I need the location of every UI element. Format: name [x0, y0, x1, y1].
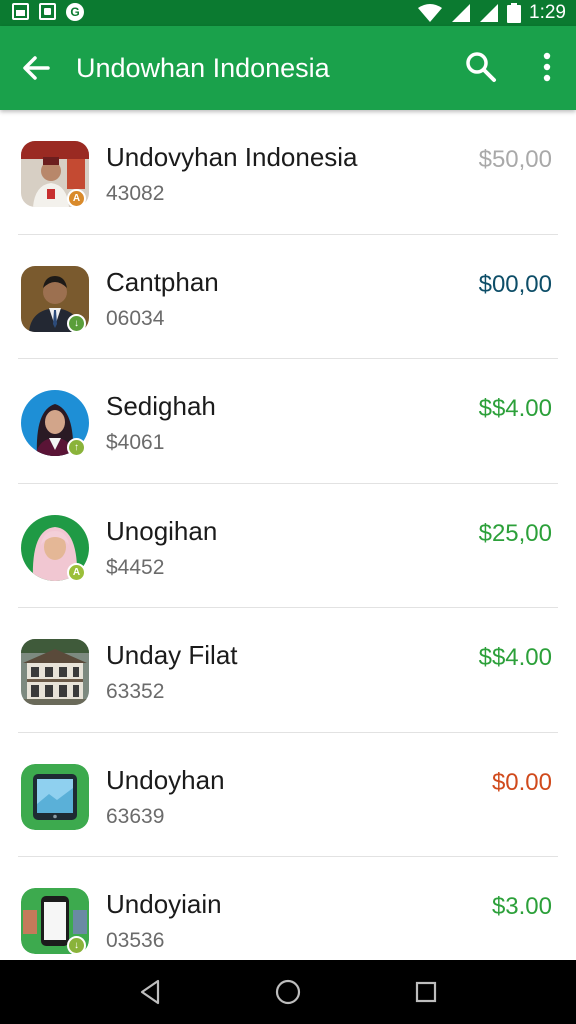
status-badge: A: [67, 189, 86, 208]
nav-home-icon[interactable]: [272, 976, 304, 1008]
tablet-icon: [21, 763, 89, 830]
item-amount: $$4.00: [478, 644, 552, 671]
nav-back-icon[interactable]: [134, 976, 166, 1008]
item-title: Undovyhan Indonesia: [106, 142, 358, 172]
item-amount: $25,00: [478, 519, 552, 547]
battery-icon: [507, 3, 522, 23]
gallery-icon: [12, 3, 29, 20]
list-item[interactable]: Unday Filat 63352 $$4.00: [0, 608, 576, 733]
status-time: 1:29: [529, 2, 566, 23]
item-title: Undoyhan: [106, 764, 225, 795]
item-amount: $$4.00: [478, 395, 552, 422]
item-title: Undoyiain: [106, 889, 222, 919]
list-item[interactable]: A Undovyhan Indonesia 43082 $50,00: [0, 110, 576, 235]
navigation-bar: [0, 960, 576, 1024]
transaction-list: A Undovyhan Indonesia 43082 $50,00 ↓ Can…: [0, 110, 576, 960]
system-icons: 1:29: [417, 2, 566, 24]
list-item[interactable]: A Unogihan $4452 $25,00: [0, 484, 576, 608]
building-icon: [21, 639, 89, 705]
search-icon[interactable]: [464, 50, 498, 84]
g-icon: G: [66, 3, 84, 21]
notification-icons: G: [12, 3, 84, 21]
status-badge: A: [67, 562, 86, 582]
more-vert-icon[interactable]: [536, 50, 558, 84]
list-item[interactable]: ↓ Cantphan 06034 $00,00: [0, 235, 576, 359]
wifi-icon: [418, 4, 443, 22]
status-badge: ↓: [67, 936, 86, 955]
item-subtitle: $4452: [106, 555, 165, 579]
signal-icon: [480, 4, 499, 22]
app-bar: Undowhan Indonesia: [0, 26, 576, 110]
item-amount: $0.00: [491, 768, 552, 796]
item-amount: $50,00: [478, 146, 552, 173]
list-item[interactable]: Undoyhan 63639 $0.00: [0, 733, 576, 857]
item-title: Sedighah: [106, 391, 216, 421]
item-subtitle: 03536: [106, 929, 165, 952]
page-title: Undowhan Indonesia: [76, 53, 330, 83]
item-subtitle: 06034: [106, 306, 165, 330]
item-amount: $3.00: [491, 893, 552, 920]
item-amount: $00,00: [478, 270, 552, 298]
status-badge: ↓: [67, 313, 86, 333]
item-subtitle: 43082: [106, 182, 165, 205]
item-title: Unogihan: [106, 515, 218, 546]
signal-icon: [452, 4, 471, 22]
photo-icon: [39, 3, 56, 20]
nav-recents-icon[interactable]: [410, 976, 442, 1008]
item-title: Cantphan: [106, 266, 219, 297]
item-subtitle: 63352: [106, 680, 165, 703]
item-title: Unday Filat: [106, 640, 238, 670]
arrow-left-icon[interactable]: [20, 52, 52, 84]
item-subtitle: 63639: [106, 804, 165, 828]
list-item[interactable]: ↓ Undoyiain 03536 $3.00: [0, 857, 576, 960]
status-badge: ↑: [67, 438, 86, 457]
item-subtitle: $4061: [106, 431, 165, 454]
list-item[interactable]: ↑ Sedighah $4061 $$4.00: [0, 359, 576, 484]
status-bar: G 1:29: [0, 0, 576, 26]
